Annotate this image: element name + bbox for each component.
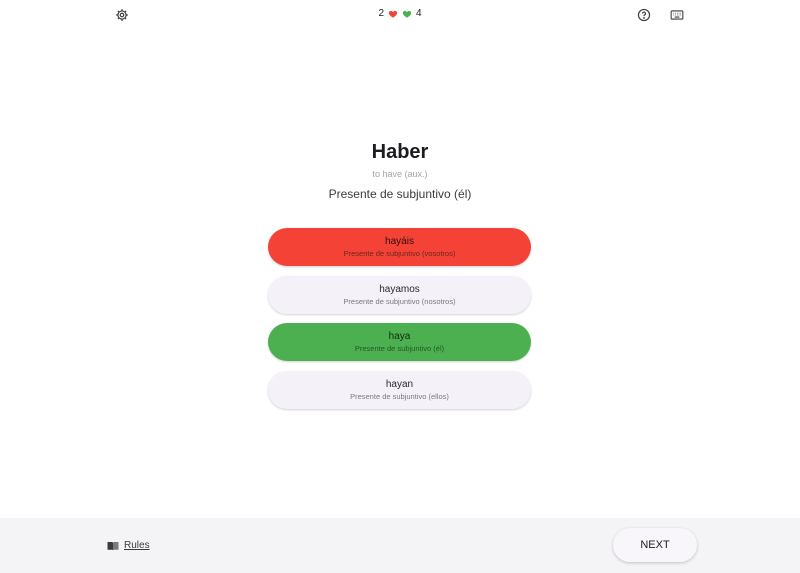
option-text: hayáis [385,236,414,247]
green-heart-icon [402,9,412,19]
answer-option-correct[interactable]: haya Presente de subjuntivo (él) [268,323,531,361]
option-subtitle: Presente de subjuntivo (ellos) [350,392,449,401]
top-bar: 2 4 [0,0,800,30]
option-subtitle: Presente de subjuntivo (nosotros) [343,297,456,306]
app: 2 4 Haber to have (aux.) Presente de sub… [0,0,800,573]
wrong-count: 2 [378,8,384,19]
tense-prompt: Presente de subjuntivo (él) [328,187,472,201]
verb-title: Haber [371,141,429,163]
rules-label: Rules [124,540,150,551]
option-subtitle: Presente de subjuntivo (él) [354,344,445,353]
rules-link[interactable]: Rules [107,540,150,551]
option-subtitle: Presente de subjuntivo (vosotros) [343,249,456,258]
option-text: hayan [385,379,414,390]
answer-option[interactable]: hayamos Presente de subjuntivo (nosotros… [268,276,531,314]
option-text: hayamos [379,284,420,295]
keyboard-icon[interactable] [668,6,686,24]
answer-option[interactable]: hayan Presente de subjuntivo (ellos) [268,371,531,409]
red-heart-icon [388,9,398,19]
answer-option-wrong[interactable]: hayáis Presente de subjuntivo (vosotros) [268,228,531,266]
next-button[interactable]: NEXT [613,528,697,562]
correct-count: 4 [416,8,422,19]
help-circle-icon[interactable] [635,6,653,24]
book-icon [107,541,119,550]
bottom-bar: Rules NEXT [0,518,800,573]
verb-translation: to have (aux.) [372,169,428,179]
option-text: haya [388,331,411,342]
